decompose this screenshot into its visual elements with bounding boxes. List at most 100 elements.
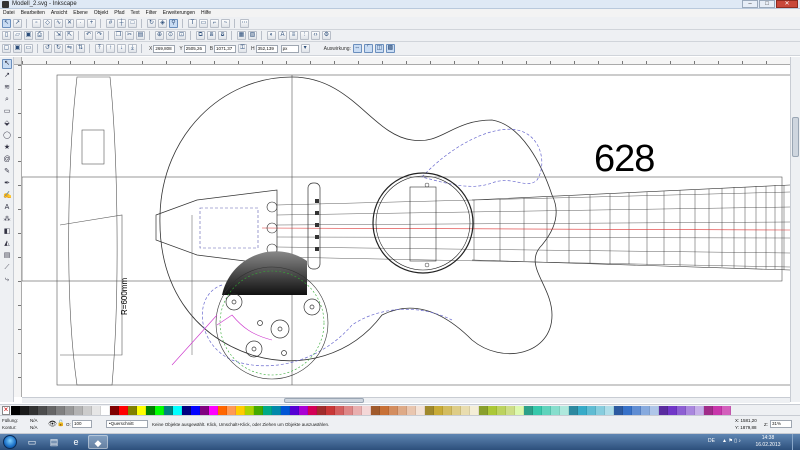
rotate-ccw-icon[interactable]: ↺ (43, 44, 52, 53)
color-swatch[interactable] (677, 405, 686, 415)
no-paint-swatch[interactable]: × (2, 405, 10, 415)
color-swatch[interactable] (686, 405, 695, 415)
select-all-layers-icon[interactable]: ▣ (13, 44, 22, 53)
pen-tool-icon[interactable]: ✒ (2, 179, 12, 189)
select-all-icon[interactable]: ▢ (2, 44, 11, 53)
color-swatch[interactable] (236, 405, 245, 415)
unlink-icon[interactable]: ⧇ (218, 31, 227, 40)
color-swatch[interactable] (290, 405, 299, 415)
color-swatch[interactable] (263, 405, 272, 415)
color-swatch[interactable] (551, 405, 560, 415)
select-arrow-icon[interactable]: ↖ (2, 18, 11, 28)
color-swatch[interactable] (425, 405, 434, 415)
align-icon[interactable]: ⫶ (300, 31, 309, 40)
color-swatch[interactable] (713, 405, 722, 415)
color-swatch[interactable] (38, 405, 47, 415)
rectangle-tool-icon[interactable]: ▭ (2, 107, 12, 117)
color-swatch[interactable] (659, 405, 668, 415)
vertical-ruler[interactable] (14, 65, 22, 397)
color-swatch[interactable] (101, 405, 110, 415)
snap-page-icon[interactable]: □ (128, 18, 137, 28)
y-field[interactable]: 2505,26 (183, 44, 206, 53)
xml-editor-icon[interactable]: ‹› (311, 31, 320, 40)
lock-proportions-icon[interactable]: ⚿ (238, 44, 248, 53)
color-swatch[interactable] (254, 405, 263, 415)
menu-text[interactable]: Text (128, 9, 143, 17)
pencil-tool-icon[interactable]: ✎ (2, 167, 12, 177)
keyboard-language[interactable]: DE (708, 438, 715, 444)
color-swatch[interactable] (722, 405, 731, 415)
fill-stroke-icon[interactable]: ◐ (267, 31, 276, 40)
deselect-icon[interactable]: ▭ (24, 44, 33, 53)
print-icon[interactable]: ⎙ (35, 31, 44, 40)
snap-text-baseline-icon[interactable]: T (188, 18, 197, 28)
layer-lock-icon[interactable]: 🔓 (57, 421, 64, 428)
color-swatch[interactable] (632, 405, 641, 415)
snap-smooth-icon[interactable]: ~ (221, 18, 230, 28)
color-swatch[interactable] (218, 405, 227, 415)
minimize-button[interactable]: – (742, 0, 758, 8)
snap-nodes-icon[interactable]: ◇ (43, 18, 52, 28)
move-patterns-icon[interactable]: ▩ (385, 44, 395, 53)
color-swatch[interactable] (407, 405, 416, 415)
browser-icon[interactable]: e (66, 435, 86, 449)
color-swatch[interactable] (47, 405, 56, 415)
show-desktop-button[interactable] (792, 434, 800, 450)
width-field[interactable]: 1071,37 (214, 44, 237, 53)
clock[interactable]: 14:38 16.02.2013 (748, 435, 788, 449)
color-swatch[interactable] (137, 405, 146, 415)
color-swatch[interactable] (200, 405, 209, 415)
snap-guide-icon[interactable]: ┼ (117, 18, 126, 28)
layer-visibility-icon[interactable]: 👁 (48, 421, 57, 428)
zoom-page-icon[interactable]: ⊡ (177, 31, 186, 40)
color-swatch[interactable] (191, 405, 200, 415)
color-swatch[interactable] (119, 405, 128, 415)
color-swatch[interactable] (542, 405, 551, 415)
horizontal-ruler[interactable] (22, 57, 790, 65)
zoom-tool-icon[interactable]: ⌕ (2, 95, 12, 105)
color-swatch[interactable] (533, 405, 542, 415)
color-swatch[interactable] (245, 405, 254, 415)
color-swatch[interactable] (389, 405, 398, 415)
color-swatch[interactable] (470, 405, 479, 415)
maximize-button[interactable]: □ (759, 0, 775, 8)
open-icon[interactable]: ▱ (13, 31, 22, 40)
vertical-scroll-thumb[interactable] (792, 117, 799, 157)
x-field[interactable]: 269,808 (153, 44, 176, 53)
zoom-drawing-icon[interactable]: ⊙ (166, 31, 175, 40)
color-swatch[interactable] (434, 405, 443, 415)
text-font-icon[interactable]: A (278, 31, 287, 40)
layers-icon[interactable]: ≡ (289, 31, 298, 40)
snap-rotation-icon[interactable]: ↻ (147, 18, 156, 28)
color-swatch[interactable] (326, 405, 335, 415)
color-swatch[interactable] (623, 405, 632, 415)
node-arrow-icon[interactable]: ↗ (13, 18, 22, 28)
color-swatch[interactable] (308, 405, 317, 415)
color-swatch[interactable] (461, 405, 470, 415)
menu-datei[interactable]: Datei (0, 9, 18, 17)
ungroup-icon[interactable]: ▧ (248, 31, 257, 40)
drawing-canvas[interactable]: 628 R=600mm (22, 65, 790, 397)
snap-bbox-icon[interactable]: ▫ (32, 18, 41, 28)
raise-icon[interactable]: ↑ (106, 44, 115, 53)
menu-objekt[interactable]: Objekt (91, 9, 111, 17)
copy-icon[interactable]: ❐ (114, 31, 123, 40)
color-swatch[interactable] (371, 405, 380, 415)
color-swatch[interactable] (92, 405, 101, 415)
color-swatch[interactable] (164, 405, 173, 415)
color-swatch[interactable] (380, 405, 389, 415)
undo-icon[interactable]: ↶ (84, 31, 93, 40)
rotate-cw-icon[interactable]: ↻ (54, 44, 63, 53)
color-swatch[interactable] (11, 405, 20, 415)
color-swatch[interactable] (596, 405, 605, 415)
color-swatch[interactable] (344, 405, 353, 415)
color-swatch[interactable] (317, 405, 326, 415)
color-swatch[interactable] (128, 405, 137, 415)
color-swatch[interactable] (614, 405, 623, 415)
eraser-tool-icon[interactable]: ◧ (2, 227, 12, 237)
color-swatch[interactable] (416, 405, 425, 415)
selector-tool-icon[interactable]: ↖ (2, 59, 12, 69)
close-button[interactable]: ✕ (776, 0, 798, 8)
group-icon[interactable]: ▦ (237, 31, 246, 40)
export-icon[interactable]: ⇱ (65, 31, 74, 40)
